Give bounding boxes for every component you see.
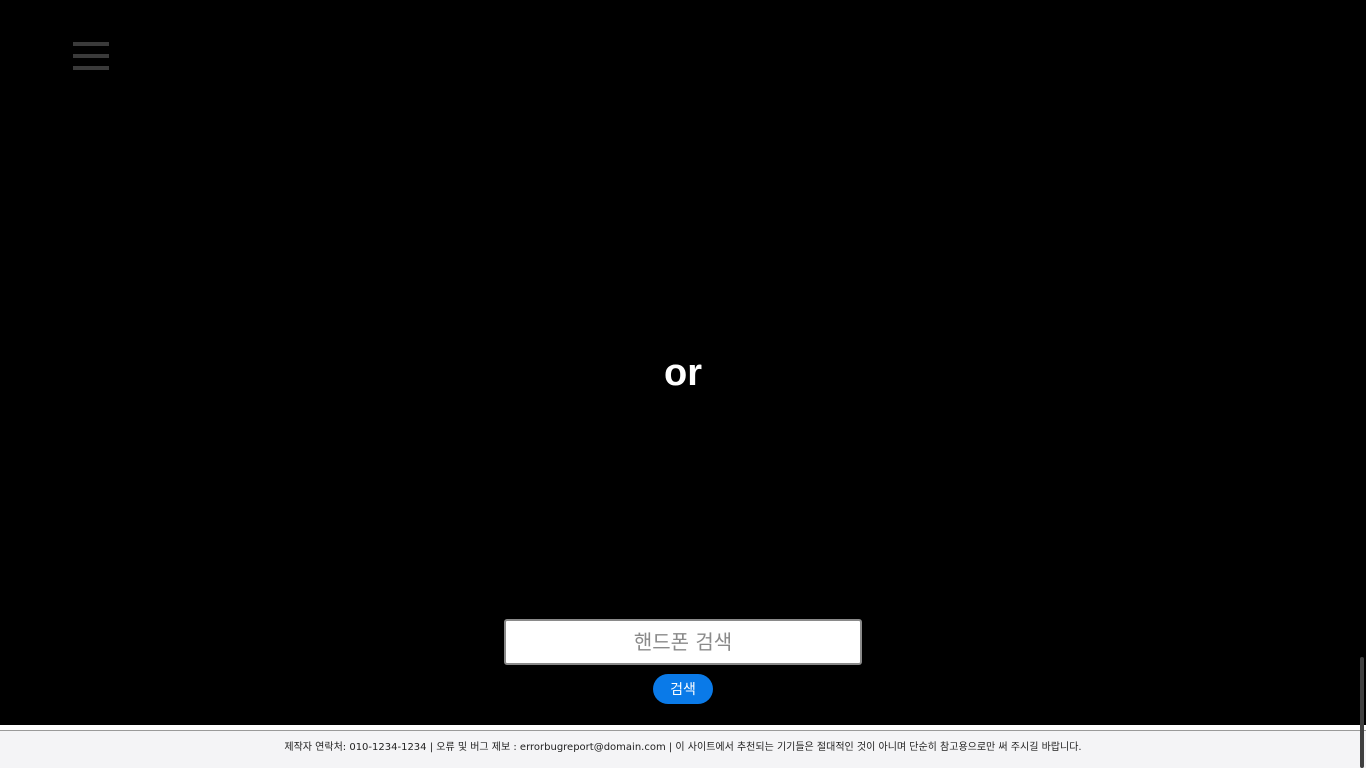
scrollbar[interactable] (1360, 657, 1364, 768)
or-divider-text: or (664, 352, 702, 394)
menu-bar-top (73, 42, 109, 46)
menu-bar-bottom (73, 66, 109, 70)
footer: 제작자 연락처: 010-1234-1234 | 오류 및 버그 제보 : er… (0, 725, 1366, 768)
footer-divider (0, 730, 1366, 731)
footer-text: 제작자 연락처: 010-1234-1234 | 오류 및 버그 제보 : er… (284, 742, 1082, 753)
page: or 검색 제작자 연락처: 010-1234-1234 | 오류 및 버그 제… (0, 0, 1366, 768)
menu-bar-middle (73, 54, 109, 58)
hamburger-menu-icon[interactable] (73, 42, 109, 72)
phone-search-input[interactable] (504, 619, 862, 665)
search-button[interactable]: 검색 (653, 674, 713, 704)
